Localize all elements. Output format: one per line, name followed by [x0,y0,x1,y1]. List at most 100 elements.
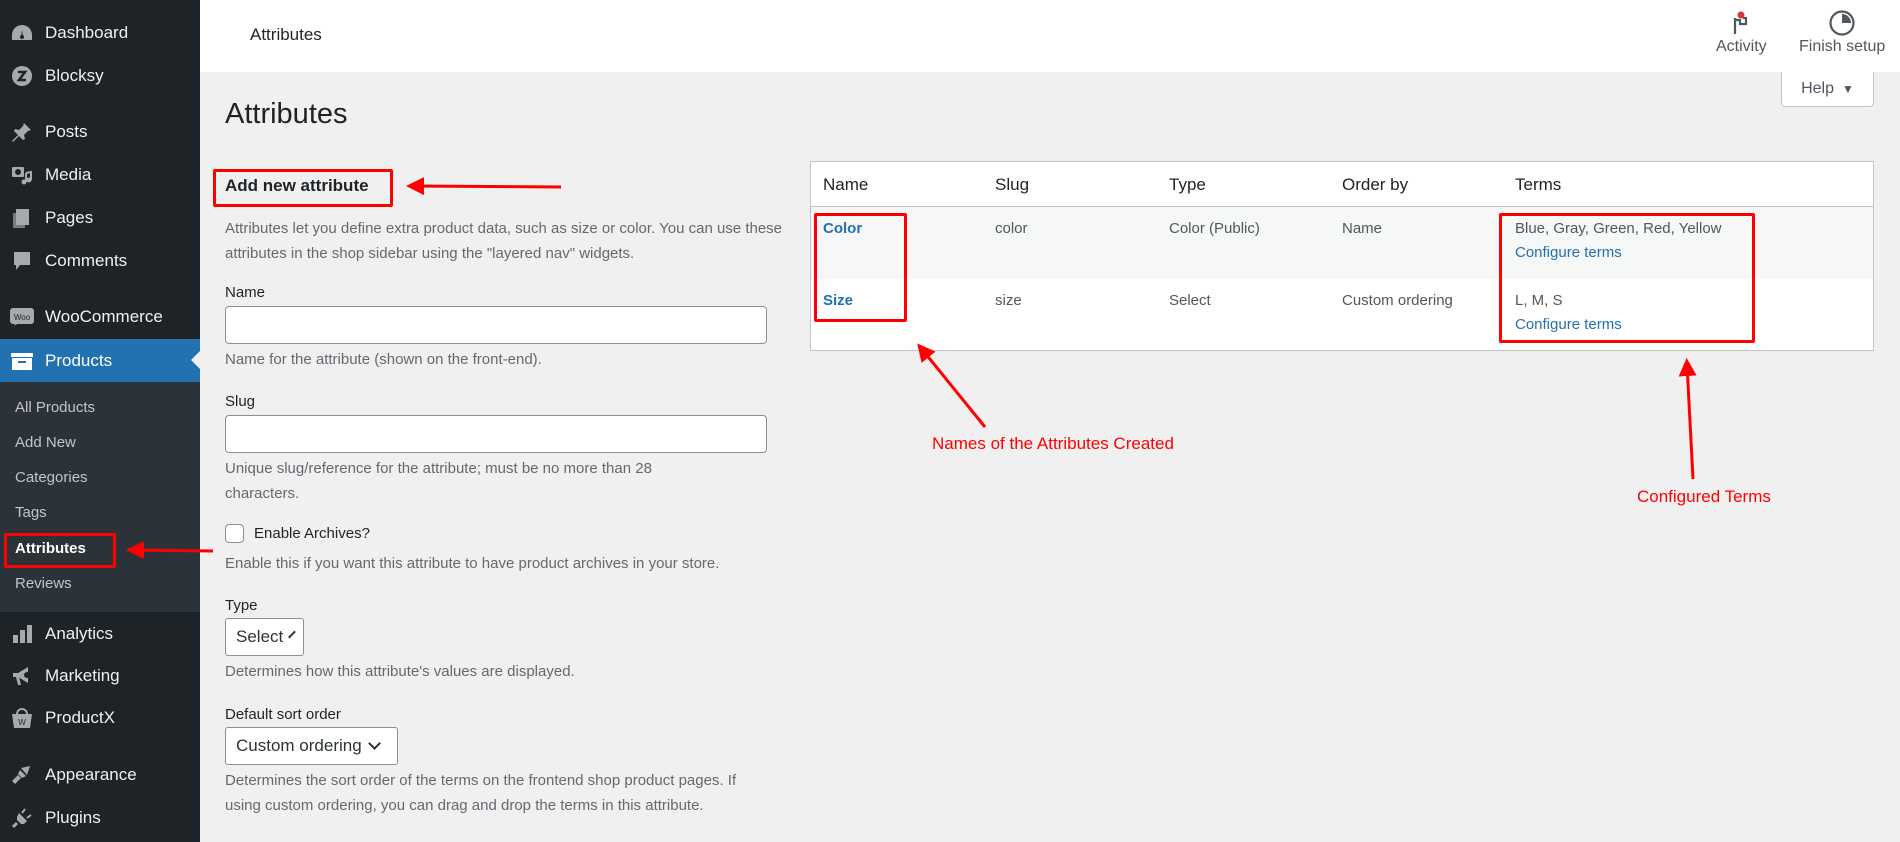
sidebar-item-label: Posts [45,122,88,141]
chevron-down-icon [288,630,297,639]
sidebar-item-label: Plugins [45,808,101,827]
sidebar-item-label: ProductX [45,708,115,727]
sidebar-item-label: Blocksy [45,66,104,85]
enable-archives-label: Enable Archives? [254,525,370,542]
svg-text:W: W [18,718,26,727]
finish-setup-button[interactable]: Finish setup [1799,8,1885,56]
sidebar-item-label: Pages [45,208,94,227]
help-label: Help [1801,80,1834,97]
sort-order-label: Default sort order [225,706,341,723]
woo-icon: Woo [10,306,34,328]
progress-pie-icon [1828,8,1856,38]
sidebar-item-analytics[interactable]: Analytics [0,614,200,654]
sidebar-item-label: Dashboard [45,23,129,42]
caret-down-icon: ▼ [1842,82,1854,96]
admin-sidebar: Dashboard Blocksy Posts Media Pages Comm… [0,0,200,842]
slug-help: Unique slug/reference for the attribute;… [225,460,652,502]
name-label: Name [225,284,266,301]
slug-input[interactable] [225,415,767,453]
sidebar-item-label: Analytics [45,624,114,643]
blocksy-icon [10,65,34,87]
paintbrush-icon [10,764,34,786]
bar-chart-icon [10,623,34,645]
attribute-type: Select [1169,292,1211,309]
column-header-order-by: Order by [1342,175,1409,194]
page-title: Attributes [225,98,348,130]
name-help: Name for the attribute (shown on the fro… [225,351,542,368]
sidebar-item-label: Appearance [45,765,137,784]
megaphone-icon [10,665,34,687]
annotation-box-attributes-menu [4,533,116,568]
attribute-slug: color [995,220,1028,237]
plug-icon [10,807,34,829]
help-button[interactable]: Help ▼ [1781,72,1874,107]
sidebar-item-dashboard[interactable]: Dashboard [0,13,200,53]
pages-icon [10,207,34,229]
type-help: Determines how this attribute's values a… [225,663,575,680]
sidebar-item-label: Products [45,350,113,370]
annotation-label-names: Names of the Attributes Created [932,434,1174,453]
topbar-title: Attributes [250,25,322,44]
sort-order-select[interactable]: Custom ordering [225,727,398,765]
comment-icon [10,250,34,272]
submenu-tags[interactable]: Tags [15,504,47,521]
column-header-slug: Slug [995,175,1030,194]
arrow-add-new [406,177,562,196]
sidebar-item-label: Marketing [45,666,120,685]
sidebar-item-appearance[interactable]: Appearance [0,755,200,795]
form-intro: Attributes let you define extra product … [225,220,783,262]
submenu-categories[interactable]: Categories [15,469,88,486]
submenu-all-products[interactable]: All Products [15,399,95,416]
chevron-down-icon [367,737,381,750]
sidebar-item-productx[interactable]: W ProductX [0,698,200,738]
sidebar-item-plugins[interactable]: Plugins [0,798,200,838]
annotation-box-terms [1499,213,1755,343]
type-label: Type [225,597,258,614]
sidebar-item-products[interactable]: Products [0,339,200,382]
attribute-order-by: Custom ordering [1342,292,1453,309]
sidebar-item-label: WooCommerce [45,307,163,326]
annotation-box-names [814,213,907,322]
activity-button[interactable]: Activity [1716,8,1767,56]
type-select[interactable]: Select [225,618,304,656]
attribute-order-by: Name [1342,220,1383,237]
slug-label: Slug [225,393,256,410]
sidebar-item-label: Comments [45,251,128,270]
archive-box-icon [10,350,34,372]
svg-text:Woo: Woo [14,313,31,322]
name-input[interactable] [225,306,767,344]
sidebar-item-pages[interactable]: Pages [0,198,200,238]
arrow-names [917,343,987,428]
column-header-terms: Terms [1515,175,1562,194]
sidebar-item-blocksy[interactable]: Blocksy [0,56,200,96]
sidebar-item-media[interactable]: Media [0,155,200,195]
sort-order-select-value: Custom ordering [236,736,362,755]
flag-icon [1729,8,1753,38]
bag-icon: W [10,707,34,729]
media-icon [10,164,34,186]
submenu-add-new[interactable]: Add New [15,434,76,451]
attribute-slug: size [995,292,1022,309]
annotation-label-terms: Configured Terms [1637,487,1771,506]
submenu-reviews[interactable]: Reviews [15,575,72,592]
activity-label: Activity [1716,38,1767,55]
attribute-type: Color (Public) [1169,220,1260,237]
sort-order-help: Determines the sort order of the terms o… [225,772,737,814]
top-bar: Attributes Activity Finish setup [200,0,1900,72]
arrow-terms [1678,358,1697,480]
enable-archives-help: Enable this if you want this attribute t… [225,555,720,572]
sidebar-item-comments[interactable]: Comments [0,241,200,281]
enable-archives-checkbox[interactable] [225,524,244,543]
column-header-name: Name [823,175,869,194]
type-select-value: Select [236,627,284,646]
sidebar-item-label: Media [45,165,92,184]
pin-icon [10,121,34,143]
column-header-type: Type [1169,175,1206,194]
annotation-box-add-new [213,169,393,207]
sidebar-item-woocommerce[interactable]: Woo WooCommerce [0,297,200,337]
dashboard-icon [10,22,34,44]
sidebar-item-marketing[interactable]: Marketing [0,656,200,696]
sidebar-item-posts[interactable]: Posts [0,112,200,152]
products-submenu: All Products Add New Categories Tags Att… [0,382,200,612]
finish-setup-label: Finish setup [1799,38,1886,55]
